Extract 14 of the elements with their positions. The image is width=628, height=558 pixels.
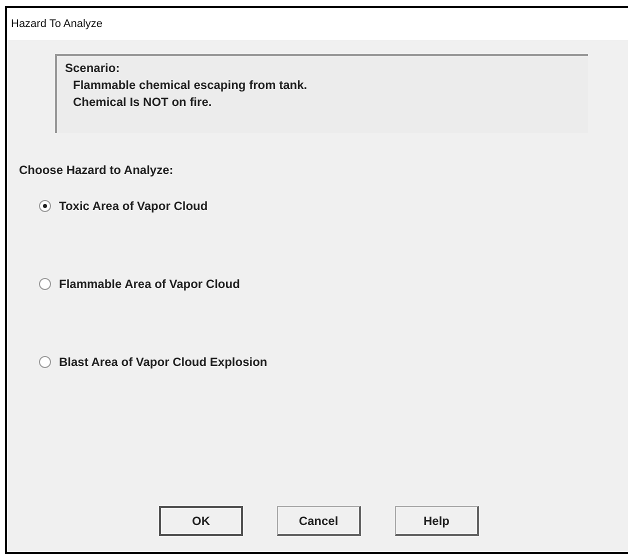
scenario-heading: Scenario: (65, 60, 121, 77)
radio-option[interactable]: Blast Area of Vapor Cloud Explosion (39, 355, 628, 369)
radio-button[interactable] (39, 278, 51, 290)
radio-button[interactable] (39, 200, 51, 212)
dialog-button[interactable]: Help (395, 506, 479, 536)
window-title: Hazard To Analyze (7, 8, 628, 40)
radio-option[interactable]: Toxic Area of Vapor Cloud (39, 199, 628, 213)
prompt-label: Choose Hazard to Analyze: (19, 163, 174, 177)
dialog-button[interactable]: Cancel (277, 506, 361, 536)
scenario-text: Chemical Is NOT on fire. (72, 94, 213, 111)
dialog-button[interactable]: OK (159, 506, 243, 536)
radio-button[interactable] (39, 356, 51, 368)
radio-option[interactable]: Flammable Area of Vapor Cloud (39, 277, 628, 291)
scenario-text: Flammable chemical escaping from tank. (72, 77, 308, 94)
